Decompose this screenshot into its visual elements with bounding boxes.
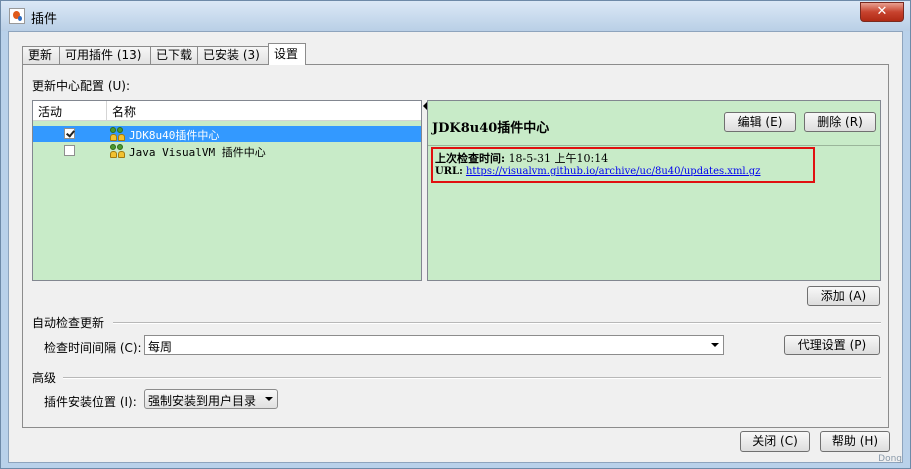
chevron-down-icon [711, 343, 719, 347]
window-title: 插件 [31, 12, 58, 27]
dialog-client-area: 更新 可用插件 (13) 已下载 已安装 (3) 设置 更新中心配置 (U): … [8, 31, 903, 463]
check-interval-label: 检查时间间隔 (C): [44, 341, 142, 355]
check-interval-value: 每周 [148, 340, 173, 354]
update-center-icon [110, 127, 126, 141]
column-header-active[interactable]: 活动 [38, 103, 62, 120]
update-center-name: Java VisualVM 插件中心 [129, 146, 266, 159]
tab-installed[interactable]: 已安装 (3) [197, 46, 269, 64]
help-button[interactable]: 帮助 (H) [820, 431, 890, 452]
details-header: JDK8u40插件中心 编辑 (E) 删除 (R) [428, 101, 880, 146]
install-location-label: 插件安装位置 (I): [44, 395, 137, 409]
tab-settings[interactable]: 设置 [268, 43, 306, 65]
chevron-down-icon [265, 397, 273, 401]
tab-updates[interactable]: 更新 [22, 46, 60, 64]
url-line: URL: https://visualvm.github.io/archive/… [435, 166, 760, 177]
tab-available-plugins[interactable]: 可用插件 (13) [59, 46, 151, 64]
proxy-settings-button[interactable]: 代理设置 (P) [784, 335, 880, 355]
close-button[interactable]: 关闭 (C) [740, 431, 810, 452]
list-item[interactable]: Java VisualVM 插件中心 [33, 143, 421, 159]
section-divider [63, 377, 881, 379]
watermark-text: Dong [878, 454, 902, 464]
delete-button[interactable]: 删除 (R) [804, 112, 876, 132]
update-center-details: JDK8u40插件中心 编辑 (E) 删除 (R) 上次检查时间: 18-5-3… [427, 100, 881, 281]
update-center-section-label: 更新中心配置 (U): [32, 79, 131, 93]
auto-check-section-label: 自动检查更新 [32, 316, 105, 330]
edit-button[interactable]: 编辑 (E) [724, 112, 796, 132]
tab-downloaded[interactable]: 已下载 [150, 46, 198, 64]
settings-panel: 更新中心配置 (U): 活动 名称 JDK8u40插件中心 Java Visua… [22, 64, 889, 428]
last-check-line: 上次检查时间: 18-5-31 上午10:14 [435, 150, 608, 166]
update-center-name: JDK8u40插件中心 [129, 129, 220, 142]
window-close-button[interactable]: ✕ [860, 2, 904, 22]
active-checkbox[interactable] [64, 128, 75, 139]
active-checkbox[interactable] [64, 145, 75, 156]
update-info-highlight: 上次检查时间: 18-5-31 上午10:14 URL: https://vis… [431, 147, 815, 183]
section-divider [113, 322, 881, 324]
add-button[interactable]: 添加 (A) [807, 286, 880, 306]
details-title: JDK8u40插件中心 [432, 121, 550, 136]
last-check-value: 18-5-31 上午10:14 [508, 152, 609, 165]
advanced-section-label: 高级 [32, 371, 57, 385]
update-center-list[interactable]: 活动 名称 JDK8u40插件中心 Java VisualVM 插件中心 [32, 100, 422, 281]
list-header: 活动 名称 [33, 101, 421, 121]
title-bar[interactable]: 插件 ✕ [1, 1, 910, 31]
update-center-icon [110, 144, 126, 158]
column-divider [106, 101, 107, 120]
column-header-name[interactable]: 名称 [112, 103, 136, 120]
list-item[interactable]: JDK8u40插件中心 [33, 126, 421, 142]
update-url-link[interactable]: https://visualvm.github.io/archive/uc/8u… [466, 166, 761, 177]
install-location-value: 强制安装到用户目录 [148, 394, 257, 408]
plugins-window: 插件 ✕ 更新 可用插件 (13) 已下载 已安装 (3) 设置 更新中心配置 … [0, 0, 911, 469]
url-label: URL: [435, 166, 463, 177]
visualvm-app-icon [9, 8, 25, 24]
install-location-dropdown[interactable]: 强制安装到用户目录 [144, 389, 278, 409]
check-interval-dropdown[interactable]: 每周 [144, 335, 724, 355]
last-check-label: 上次检查时间: [435, 152, 506, 165]
